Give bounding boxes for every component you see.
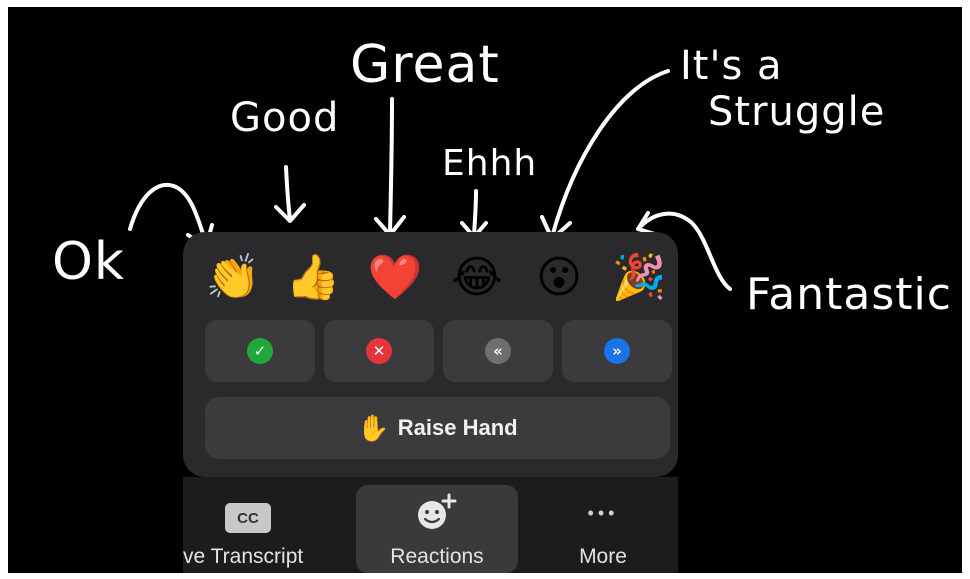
good-arrow (284, 165, 292, 221)
raise-hand-label: Raise Hand (397, 415, 518, 440)
screenshot-scene: Ok Good Great Ehhh It's a Struggle Fanta… (8, 7, 962, 573)
more-label: More (579, 545, 627, 568)
add-reaction-icon (418, 493, 457, 529)
raise-hand-button[interactable]: ✋ Raise Hand (205, 397, 670, 459)
ehhh-arrow (472, 189, 478, 237)
no-button[interactable]: ✕ (324, 320, 434, 382)
annotation-good: Good (230, 95, 340, 141)
slower-icon: « (485, 338, 511, 364)
yes-button[interactable]: ✓ (205, 320, 315, 382)
great-arrow (388, 97, 394, 235)
party-popper-icon[interactable]: 🎉 (611, 250, 667, 306)
raised-hand-icon: ✋ (357, 412, 390, 443)
live-transcript-button[interactable]: CC ve Transcript (183, 477, 348, 573)
faster-button[interactable]: » (562, 320, 672, 382)
reactions-popup: 👏 👍 ❤️ 😂 😮 🎉 ✓ ✕ « » ✋ Raise Hand (183, 232, 678, 477)
emoji-reaction-row: 👏 👍 ❤️ 😂 😮 🎉 (183, 250, 678, 310)
closed-caption-icon: CC (225, 503, 271, 533)
surprised-face-icon[interactable]: 😮 (531, 250, 587, 306)
more-dots-icon: ••• (587, 503, 619, 523)
annotation-ehhh: Ehhh (442, 143, 538, 184)
clapping-hands-icon[interactable]: 👏 (205, 250, 261, 306)
slower-button[interactable]: « (443, 320, 553, 382)
annotation-struggle-line2: Struggle (708, 89, 886, 135)
tears-of-joy-icon[interactable]: 😂 (449, 250, 505, 306)
live-transcript-label: ve Transcript (183, 545, 304, 568)
more-button[interactable]: ••• More (528, 477, 678, 573)
annotation-ok: Ok (52, 232, 126, 292)
reactions-label: Reactions (390, 545, 484, 568)
faster-icon: » (604, 338, 630, 364)
no-x-icon: ✕ (366, 338, 392, 364)
yes-check-icon: ✓ (247, 338, 273, 364)
meeting-toolbar: CC ve Transcript Reactions ••• More (183, 477, 678, 573)
struggle-arrow (550, 69, 670, 239)
reactions-button[interactable]: Reactions (356, 485, 518, 573)
heart-icon[interactable]: ❤️ (367, 250, 423, 306)
thumbs-up-icon[interactable]: 👍 (285, 250, 341, 306)
annotation-struggle-line1: It's a (680, 43, 783, 89)
annotation-great: Great (350, 35, 500, 95)
annotation-fantastic: Fantastic (746, 269, 952, 320)
